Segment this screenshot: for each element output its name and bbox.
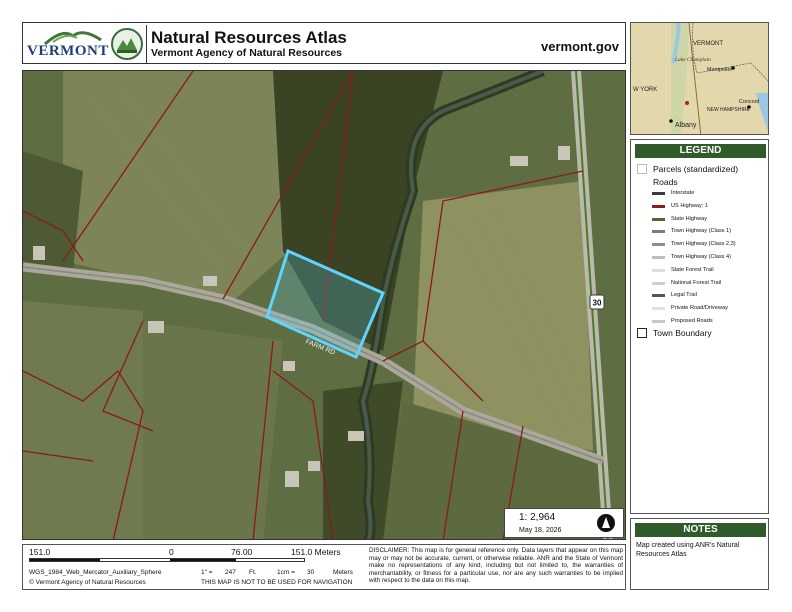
ratio-feet-value: 247	[225, 569, 236, 576]
disclaimer-text: DISCLAIMER: This map is for general refe…	[369, 547, 623, 585]
inset-canvas: VERMONT Lake Champlain Montpelier W YORK…	[631, 23, 768, 134]
inset-label-montpelier: Montpelier	[707, 67, 732, 73]
overview-inset-map[interactable]: VERMONT Lake Champlain Montpelier W YORK…	[630, 22, 769, 135]
road-legend-label: Town Highway (Class 2,3)	[671, 241, 736, 248]
scale-mid-label: 76.00	[231, 547, 253, 557]
road-legend-swatch	[652, 217, 665, 221]
ratio-feet-unit: Ft.	[249, 569, 257, 576]
road-legend-swatch	[652, 307, 665, 311]
north-arrow-icon	[597, 514, 615, 532]
road-legend-label: Proposed Roads	[671, 318, 713, 324]
inset-label-new-hampshire: NEW HAMPSHIRE	[707, 107, 750, 113]
road-legend-swatch	[652, 230, 665, 234]
road-legend-label: State Forest Trail	[671, 266, 714, 273]
legend-roads: Roads	[653, 177, 678, 187]
road-legend-label: Interstate	[671, 190, 695, 196]
road-legend-swatch	[652, 256, 665, 259]
scale-bar	[29, 558, 305, 562]
aerial-map[interactable]: 30 FARM RD	[22, 70, 626, 540]
map-header: VERMONT Natural Resources Atlas Vermont …	[22, 22, 626, 64]
route-30-label: 30	[593, 299, 602, 308]
notes-panel: NOTES Map created using ANR's Natural Re…	[630, 518, 769, 590]
map-date: May 18, 2026	[519, 527, 562, 534]
inset-label-vermont: VERMONT	[693, 41, 723, 47]
atlas-title: Natural Resources Atlas	[151, 28, 347, 47]
legend-title: LEGEND	[635, 144, 766, 158]
legend-parcels: Parcels (standardized)	[653, 164, 739, 174]
road-legend-swatch	[652, 268, 665, 272]
notes-title: NOTES	[635, 523, 766, 537]
road-legend-label: State Highway	[671, 215, 708, 222]
road-legend-label: Town Highway (Class 4)	[671, 254, 731, 260]
road-legend-label: Legal Trail	[671, 292, 697, 299]
road-legend-label: US Highway; 1	[671, 202, 708, 209]
ratio-inch: 1" =	[201, 569, 213, 576]
road-legend-swatch	[652, 281, 665, 285]
road-legend-label: Private Road/Driveway	[671, 305, 728, 312]
navigation-warning: THIS MAP IS NOT TO BE USED FOR NAVIGATIO…	[201, 579, 353, 586]
route-30-shield: 30	[589, 294, 605, 310]
projection-text: WGS_1984_Web_Mercator_Auxiliary_Sphere	[29, 569, 162, 576]
ratio-meter-value: 30	[307, 569, 315, 576]
town-boundary-swatch	[637, 328, 647, 338]
inset-label-albany: Albany	[675, 122, 697, 129]
site-link[interactable]: vermont.gov	[541, 39, 619, 54]
scale-zero-label: 0	[169, 547, 174, 557]
road-legend-swatch	[652, 294, 665, 298]
legend-panel: LEGEND Parcels (standardized) Roads Inte…	[630, 139, 769, 514]
inset-label-champlain: Lake Champlain	[674, 57, 711, 63]
legend-town-boundary: Town Boundary	[653, 328, 712, 338]
scale-right-label: 151.0 Meters	[291, 547, 341, 557]
atlas-subtitle: Vermont Agency of Natural Resources	[151, 47, 342, 59]
parcels-swatch	[637, 164, 647, 174]
map-canvas: 30 FARM RD	[23, 71, 625, 539]
road-legend-swatch	[652, 204, 665, 208]
notes-text: Map created using ANR's Natural Resource…	[636, 542, 740, 558]
road-legend-swatch	[652, 243, 665, 247]
inset-label-new-york: W YORK	[633, 87, 657, 93]
ratio-cm: 1cm =	[277, 569, 295, 576]
ratio-meter-unit: Meters	[333, 569, 353, 576]
road-legend-label: Town Highway (Class 1)	[671, 228, 731, 235]
road-legend-swatch	[652, 192, 665, 195]
scale-ratio: 1: 2,964	[519, 512, 556, 523]
scale-box: 1: 2,964 May 18, 2026	[504, 508, 624, 538]
logo-text: VERMONT	[27, 43, 109, 59]
inset-label-concord: Concord	[739, 99, 759, 105]
copyright-text: © Vermont Agency of Natural Resources	[29, 579, 146, 586]
road-legend-swatch	[652, 320, 665, 323]
road-legend-label: National Forest Trail	[671, 279, 722, 286]
scale-left-label: 151.0	[29, 547, 51, 557]
anr-seal-icon	[111, 28, 143, 60]
map-footer: 151.0 0 76.00 151.0 Meters WGS_1984_Web_…	[22, 544, 626, 590]
vermont-logo: VERMONT	[25, 25, 147, 63]
